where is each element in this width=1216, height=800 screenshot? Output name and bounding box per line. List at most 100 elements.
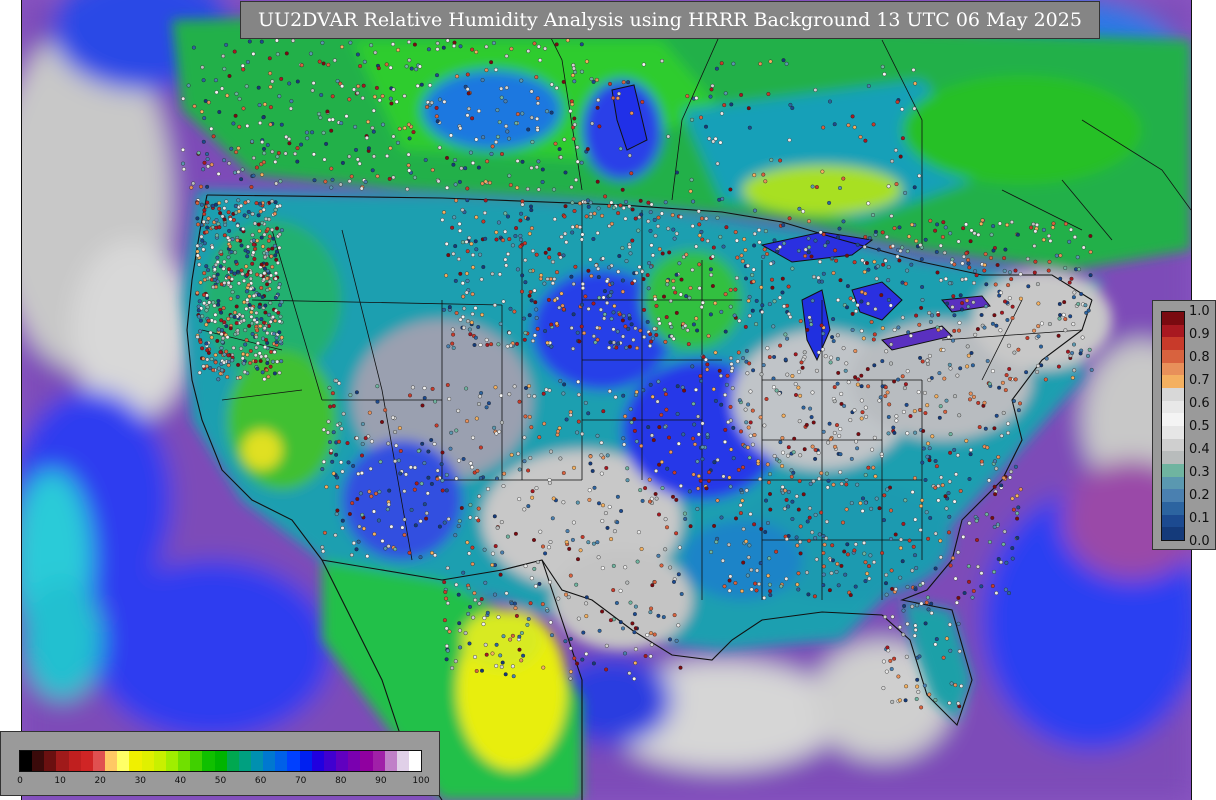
observation-colorbar-segment <box>1162 514 1184 528</box>
station-dot <box>429 100 434 105</box>
station-dot <box>853 375 858 380</box>
station-dot <box>660 486 665 491</box>
station-dot <box>678 292 683 297</box>
station-dot <box>245 244 250 249</box>
station-dot <box>749 567 754 572</box>
station-dot <box>810 444 815 449</box>
station-dot <box>601 503 606 508</box>
station-dot <box>835 381 840 386</box>
station-dot <box>249 184 254 189</box>
station-dot <box>375 174 380 179</box>
station-dot <box>801 405 806 410</box>
station-dot <box>580 69 585 74</box>
station-dot <box>349 174 354 179</box>
station-dot <box>467 235 472 240</box>
station-dot <box>1026 284 1031 289</box>
station-dot <box>880 551 885 556</box>
station-dot <box>534 75 539 80</box>
station-dot <box>764 498 769 503</box>
station-dot <box>338 182 343 187</box>
station-dot <box>220 368 225 373</box>
station-dot <box>938 404 943 409</box>
station-dot <box>1035 222 1040 227</box>
station-dot <box>417 64 422 69</box>
station-dot <box>718 140 723 145</box>
station-dot <box>805 519 810 524</box>
station-dot <box>249 310 254 315</box>
station-dot <box>204 364 209 369</box>
station-dot <box>912 185 917 190</box>
station-dot <box>813 447 818 452</box>
station-dot <box>236 198 241 203</box>
station-dot <box>990 369 995 374</box>
station-dot <box>653 297 658 302</box>
station-dot <box>845 542 850 547</box>
station-dot <box>867 564 872 569</box>
station-dot <box>503 672 508 677</box>
station-dot <box>219 318 224 323</box>
station-dot <box>457 458 462 463</box>
station-dot <box>515 267 520 272</box>
station-dot <box>435 119 440 124</box>
station-dot <box>580 282 585 287</box>
station-dot <box>499 95 504 100</box>
station-dot <box>239 346 244 351</box>
station-dot <box>995 263 1000 268</box>
station-dot <box>911 67 916 72</box>
station-dot <box>979 221 984 226</box>
station-dot <box>855 482 860 487</box>
station-dot <box>360 512 365 517</box>
station-dot <box>440 450 445 455</box>
station-dot <box>202 241 207 246</box>
station-dot <box>759 372 764 377</box>
station-dot <box>777 244 782 249</box>
station-dot <box>238 375 243 380</box>
station-dot <box>952 447 957 452</box>
station-dot <box>481 219 486 224</box>
station-dot <box>262 377 267 382</box>
station-dot <box>465 278 470 283</box>
station-dot <box>879 293 884 298</box>
station-dot <box>912 476 917 481</box>
observation-colorbar-segment <box>1162 324 1184 338</box>
station-dot <box>714 66 719 71</box>
station-dot <box>422 502 427 507</box>
station-dot <box>754 588 759 593</box>
station-dot <box>611 340 616 345</box>
station-dot <box>699 115 704 120</box>
station-dot <box>340 160 345 165</box>
station-dot <box>438 97 443 102</box>
station-dot <box>207 300 212 305</box>
station-dot <box>780 276 785 281</box>
station-dot <box>250 232 255 237</box>
station-dot <box>247 294 252 299</box>
humidity-map[interactable] <box>21 0 1192 800</box>
station-dot <box>310 130 315 135</box>
station-dot <box>464 290 469 295</box>
station-dot <box>759 285 764 290</box>
station-dot <box>821 564 826 569</box>
station-dot <box>544 387 549 392</box>
station-dot <box>454 428 459 433</box>
station-dot <box>236 281 241 286</box>
station-dot <box>982 268 987 273</box>
station-dot <box>245 249 250 254</box>
station-dot <box>555 270 560 275</box>
station-dot <box>243 328 248 333</box>
station-dot <box>499 393 504 398</box>
station-dot <box>906 330 911 335</box>
station-dot <box>192 104 197 109</box>
station-dot <box>762 595 767 600</box>
station-dot <box>876 247 881 252</box>
station-dot <box>620 289 625 294</box>
station-dot <box>654 468 659 473</box>
station-dot <box>276 150 281 155</box>
station-dot <box>754 322 759 327</box>
station-dot <box>677 261 682 266</box>
station-dot <box>408 393 413 398</box>
station-dot <box>248 276 253 281</box>
station-dot <box>685 94 690 99</box>
observation-colorbar-tick-label: 0.2 <box>1189 488 1210 503</box>
station-dot <box>745 445 750 450</box>
station-dot <box>896 377 901 382</box>
